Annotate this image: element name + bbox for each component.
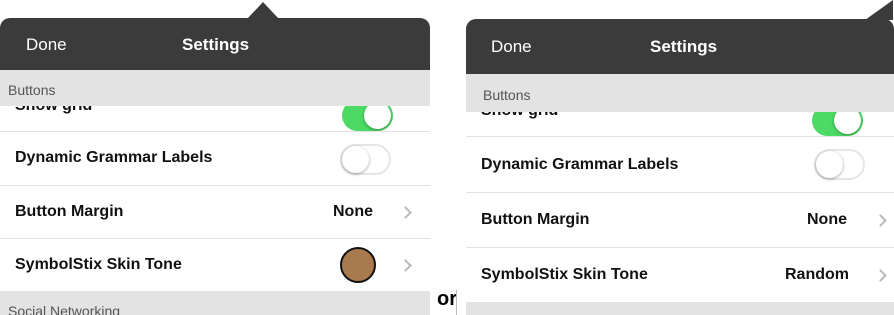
popover-arrow	[865, 0, 893, 20]
dynamic-grammar-labels-label: Dynamic Grammar Labels	[481, 156, 679, 173]
show-grid-toggle[interactable]	[812, 112, 863, 136]
section-header-social-networking: Social Networking	[0, 291, 430, 315]
skin-tone-swatch[interactable]	[340, 247, 376, 283]
toggle-knob	[816, 151, 843, 178]
button-margin-row[interactable]: Button Margin None	[466, 193, 894, 248]
done-button[interactable]: Done	[26, 35, 67, 55]
show-grid-toggle[interactable]	[342, 106, 393, 131]
skin-tone-label: SymbolStix Skin Tone	[481, 266, 648, 283]
settings-title: Settings	[650, 37, 718, 56]
divider	[456, 290, 457, 315]
chevron-right-icon	[874, 214, 887, 227]
button-margin-value: None	[807, 211, 847, 228]
skin-tone-row[interactable]: SymbolStix Skin Tone	[0, 239, 430, 291]
toggle-knob	[834, 112, 861, 134]
show-grid-row[interactable]: Show grid	[466, 112, 894, 137]
skin-tone-value: Random	[785, 266, 849, 283]
chevron-right-icon	[399, 259, 412, 272]
show-grid-label: Show grid	[481, 112, 558, 120]
settings-header: Done Settings	[0, 18, 430, 70]
settings-header: Done Settings	[466, 19, 894, 74]
dynamic-grammar-labels-toggle[interactable]	[814, 149, 865, 180]
or-connector: or	[437, 288, 457, 310]
show-grid-label: Show grid	[15, 106, 92, 115]
show-grid-row[interactable]: Show grid	[0, 106, 430, 132]
toggle-knob	[342, 146, 369, 173]
settings-title: Settings	[182, 35, 250, 54]
dynamic-grammar-labels-row[interactable]: Dynamic Grammar Labels	[466, 137, 894, 193]
settings-popover-left: Done Settings Buttons Show grid Dynamic …	[0, 0, 430, 315]
skin-tone-label: SymbolStix Skin Tone	[15, 256, 182, 273]
section-header-buttons: Buttons	[466, 74, 894, 112]
button-margin-label: Button Margin	[15, 203, 124, 220]
chevron-right-icon	[399, 206, 412, 219]
button-margin-label: Button Margin	[481, 211, 590, 228]
button-margin-row[interactable]: Button Margin None	[0, 186, 430, 239]
dynamic-grammar-labels-label: Dynamic Grammar Labels	[15, 149, 213, 166]
chevron-right-icon	[874, 269, 887, 282]
settings-popover-right: Done Settings Buttons Show grid Dynamic …	[466, 0, 894, 315]
section-header-buttons: Buttons	[0, 70, 430, 106]
toggle-knob	[364, 106, 391, 129]
button-margin-value: None	[333, 203, 373, 220]
dynamic-grammar-labels-row[interactable]: Dynamic Grammar Labels	[0, 132, 430, 186]
popover-arrow	[247, 2, 279, 19]
skin-tone-row[interactable]: SymbolStix Skin Tone Random	[466, 248, 894, 302]
done-button[interactable]: Done	[491, 37, 532, 57]
dynamic-grammar-labels-toggle[interactable]	[340, 144, 391, 175]
section-header-next	[466, 302, 894, 315]
